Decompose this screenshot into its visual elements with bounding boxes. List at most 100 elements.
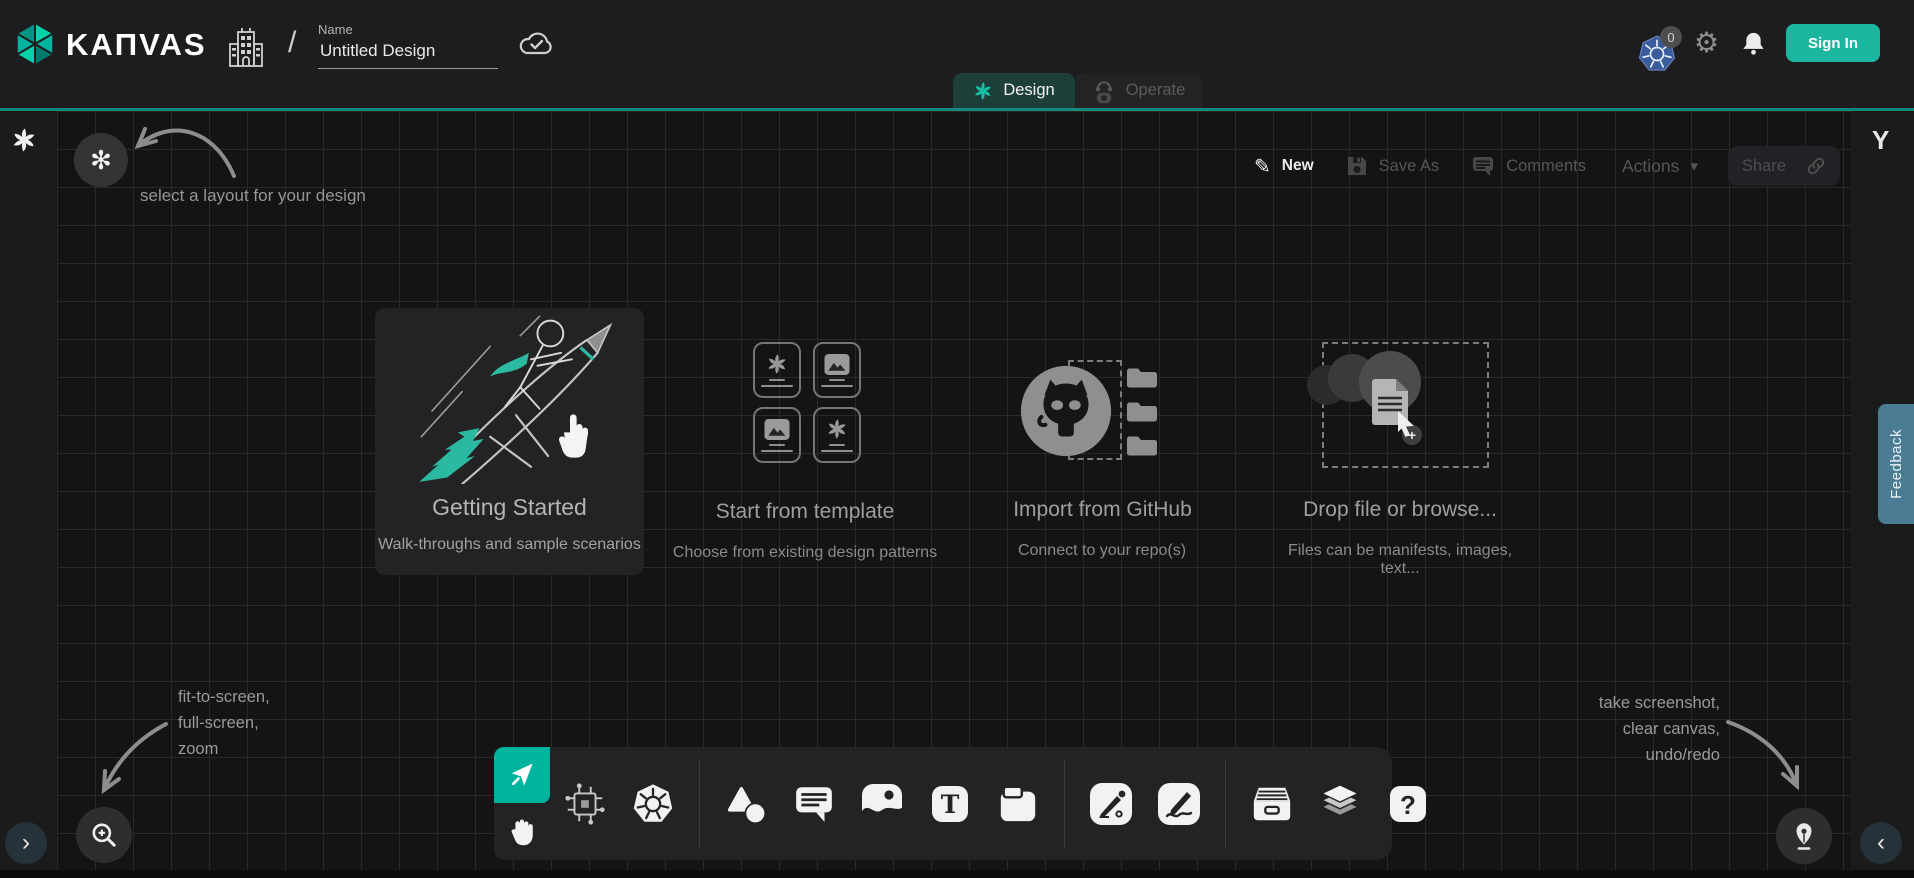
card-subtitle: Files can be manifests, images, text... bbox=[1270, 542, 1530, 578]
comments-button[interactable]: Comments bbox=[1471, 154, 1586, 178]
settings-gear-icon[interactable]: ⚙ bbox=[1694, 26, 1719, 59]
sign-in-button[interactable]: Sign In bbox=[1786, 24, 1880, 62]
text-icon: T bbox=[930, 784, 970, 824]
comment-tool[interactable] bbox=[792, 782, 836, 826]
feedback-tab[interactable]: Feedback bbox=[1878, 404, 1914, 524]
pen-tool[interactable] bbox=[1089, 782, 1133, 826]
dock-divider bbox=[699, 759, 700, 849]
hand-icon bbox=[505, 814, 539, 850]
dock-divider bbox=[1064, 759, 1065, 849]
text-tool[interactable]: T bbox=[928, 782, 972, 826]
template-thumb bbox=[813, 407, 861, 463]
organization-icon[interactable] bbox=[226, 26, 266, 75]
magnifier-plus-icon bbox=[89, 820, 119, 850]
pen-nib-icon bbox=[1789, 820, 1819, 852]
kubernetes-tool[interactable] bbox=[631, 782, 675, 826]
note-icon bbox=[997, 783, 1039, 825]
pencil-icon: ✎ bbox=[1254, 154, 1271, 179]
zoom-hints-text: fit-to-screen, full-screen, zoom bbox=[178, 684, 270, 762]
actions-dropdown[interactable]: Actions ▾ bbox=[1622, 156, 1698, 177]
design-name-label: Name bbox=[318, 22, 353, 37]
image-tool[interactable] bbox=[860, 782, 904, 826]
layout-selector-button[interactable]: ✻ bbox=[74, 133, 128, 187]
card-title: Import from GitHub bbox=[1000, 498, 1205, 522]
share-button[interactable]: Share bbox=[1728, 146, 1840, 186]
cluster-count-badge: 0 bbox=[1660, 26, 1682, 48]
brand-name[interactable]: KAΠVAS bbox=[66, 27, 207, 63]
help-tool[interactable]: ? bbox=[1386, 782, 1430, 826]
comment-icon bbox=[1471, 154, 1495, 178]
tool-dock: T bbox=[494, 747, 1392, 860]
pen-icon bbox=[1089, 782, 1133, 826]
link-icon bbox=[1806, 156, 1826, 176]
svg-text:?: ? bbox=[1400, 790, 1416, 820]
component-tool[interactable] bbox=[563, 782, 607, 826]
card-subtitle: Walk-throughs and sample scenarios bbox=[375, 536, 644, 554]
cloud-saved-icon bbox=[516, 28, 554, 63]
shapes-icon bbox=[725, 783, 767, 825]
tab-design-label: Design bbox=[1003, 81, 1054, 100]
tab-operate-label: Operate bbox=[1126, 81, 1186, 100]
hand-pointer-cursor bbox=[555, 412, 597, 460]
folder-icon bbox=[1126, 400, 1158, 424]
app-header: KAΠVAS / Name bbox=[0, 0, 1914, 108]
save-as-button[interactable]: Save As bbox=[1346, 155, 1440, 177]
card-subtitle: Choose from existing design patterns bbox=[640, 544, 970, 562]
bottom-edge-bar bbox=[0, 870, 1914, 878]
left-rail bbox=[0, 111, 57, 870]
canvas-tools-hints-text: take screenshot, clear canvas, undo/redo bbox=[1520, 690, 1720, 768]
cursor-arrow-icon bbox=[507, 759, 537, 791]
operator-icon bbox=[1092, 78, 1116, 104]
feedback-label: Feedback bbox=[1888, 429, 1905, 499]
layers-tool[interactable] bbox=[1318, 782, 1362, 826]
floppy-disk-icon bbox=[1346, 155, 1368, 177]
layout-hint-text: select a layout for your design bbox=[140, 186, 366, 206]
template-thumb bbox=[753, 407, 801, 463]
dock-tools-row: T bbox=[563, 759, 1430, 849]
template-thumb bbox=[813, 342, 861, 398]
expand-right-panel-button[interactable]: ‹ bbox=[1860, 822, 1902, 864]
dock-divider bbox=[1225, 759, 1226, 849]
archive-tool[interactable] bbox=[1250, 782, 1294, 826]
component-icon bbox=[563, 781, 607, 827]
zoom-controls-button[interactable] bbox=[76, 807, 132, 863]
chevron-down-icon: ▾ bbox=[1690, 157, 1698, 175]
meshery-spinner-icon bbox=[11, 127, 37, 153]
card-subtitle: Connect to your repo(s) bbox=[1002, 542, 1202, 560]
sketch-tool[interactable] bbox=[1157, 782, 1201, 826]
drawer-icon bbox=[1250, 783, 1294, 825]
shapes-tool[interactable] bbox=[724, 782, 768, 826]
hierarchy-y-icon[interactable]: Y bbox=[1872, 125, 1889, 156]
kubernetes-wheel-icon bbox=[631, 782, 675, 826]
image-icon bbox=[860, 782, 904, 826]
expand-left-panel-button[interactable]: › bbox=[5, 822, 47, 864]
mode-tabs: Design Operate bbox=[953, 73, 1202, 108]
tab-design[interactable]: Design bbox=[953, 73, 1075, 108]
comment-bubble-icon bbox=[793, 783, 835, 825]
card-title: Drop file or browse... bbox=[1295, 498, 1505, 522]
folder-icon bbox=[1126, 366, 1158, 390]
getting-started-card[interactable]: Getting Started Walk-throughs and sample… bbox=[375, 308, 644, 575]
kubernetes-context-button[interactable]: 0 bbox=[1638, 28, 1686, 72]
note-tool[interactable] bbox=[996, 782, 1040, 826]
card-title: Start from template bbox=[655, 500, 955, 524]
template-thumb bbox=[753, 342, 801, 398]
pencil-sketch-icon bbox=[1157, 782, 1201, 826]
canvas-action-bar: ✎ New Save As Comments Actions bbox=[1254, 146, 1840, 186]
notifications-bell-icon[interactable] bbox=[1740, 28, 1767, 63]
question-icon: ? bbox=[1388, 784, 1428, 824]
github-icon bbox=[1017, 362, 1115, 460]
canvas-tools-button[interactable] bbox=[1776, 808, 1832, 864]
kanvas-logo-icon[interactable] bbox=[12, 21, 58, 72]
pan-tool[interactable] bbox=[494, 803, 550, 860]
folder-icon bbox=[1126, 434, 1158, 458]
svg-text:T: T bbox=[941, 790, 960, 819]
card-title: Getting Started bbox=[375, 494, 644, 521]
file-drop-icon: + bbox=[1372, 379, 1424, 447]
select-tool[interactable] bbox=[494, 747, 550, 803]
layers-icon bbox=[1318, 782, 1362, 826]
design-name-input[interactable] bbox=[318, 41, 498, 69]
kanvas-app: KAΠVAS / Name bbox=[0, 0, 1914, 878]
new-button[interactable]: ✎ New bbox=[1254, 154, 1314, 179]
tab-operate[interactable]: Operate bbox=[1075, 73, 1202, 108]
